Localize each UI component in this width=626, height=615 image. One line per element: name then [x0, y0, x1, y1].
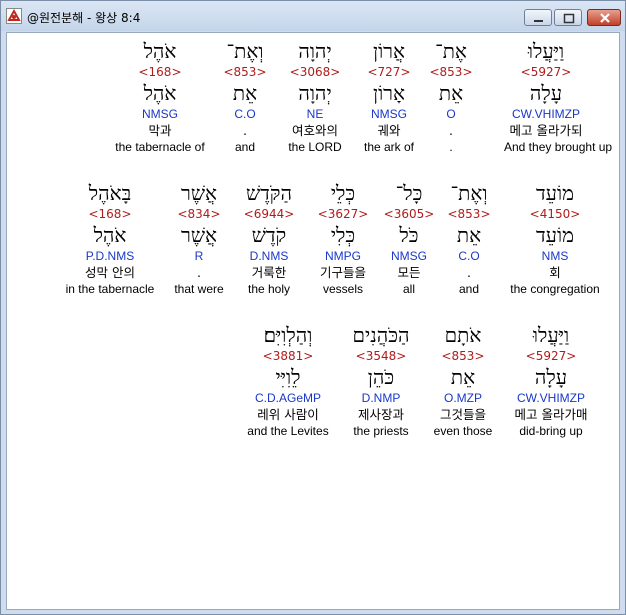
word-cell[interactable]: כְּלֵי <3627> כְּלִי NMPG 기구들을 vessels [301, 180, 385, 297]
close-button[interactable] [587, 9, 621, 26]
morphology: NMSG [371, 107, 407, 121]
lemma: עָלָה [534, 365, 568, 389]
morphology: NMSG [142, 107, 178, 121]
korean-gloss: 기구들을 [319, 265, 366, 280]
app-window: @원전분해 - 왕상 8:4 וַיַּעֲלוּ <5927> עָלָה C… [0, 0, 626, 615]
korean-gloss: 메고 올라가되 [509, 123, 583, 138]
word-cell[interactable]: אֹתָם <853> אֵת O.MZP 그것들을 even those [421, 322, 505, 439]
korean-gloss: 그것들을 [439, 407, 486, 422]
english-gloss: the priests [353, 424, 409, 438]
lemma: עָלָה [529, 81, 563, 105]
hebrew-word: אֲשֶׁר [181, 181, 217, 205]
title-bar[interactable]: @원전분해 - 왕상 8:4 [1, 1, 625, 31]
english-gloss: in the tabernacle [65, 282, 155, 296]
minimize-button[interactable] [524, 9, 552, 26]
word-cell[interactable]: מוֹעֵד <4150> מוֹעֵד NMS 회 the congregat… [507, 180, 603, 297]
maximize-button[interactable] [554, 9, 582, 26]
word-cell[interactable]: וַיַּעֲלוּ <5927> עָלָה CW.VHIMZP 메고 올라가… [509, 322, 593, 439]
korean-gloss: 회 [549, 265, 561, 280]
strong-number[interactable]: <727> [347, 64, 431, 80]
maximize-icon [563, 13, 575, 24]
lemma: אֲשֶׁר [181, 223, 217, 247]
lemma: אֵת [450, 365, 476, 389]
hebrew-word: אֹתָם [444, 323, 482, 347]
hebrew-word: כְּלֵי [330, 181, 356, 205]
lemma: כֹּהֵן [367, 365, 395, 389]
hebrew-word: וְהַלְוִיִּם׃ [263, 323, 313, 347]
english-gloss: the congregation [510, 282, 600, 296]
lemma: מוֹעֵד [536, 223, 574, 247]
lemma: כְּלִי [330, 223, 356, 247]
morphology: CW.VHIMZP [512, 107, 580, 121]
hebrew-word: וַיַּעֲלוּ [527, 39, 565, 63]
english-gloss: that were [174, 282, 224, 296]
strong-number[interactable]: <834> [157, 206, 241, 222]
word-cell[interactable]: בָּאֹהֶל <168> אֹהֶל P.D.NMS 성막 안의 in th… [55, 180, 165, 297]
strong-number[interactable]: <5927> [504, 64, 588, 80]
hebrew-word: אֲרוֹן [372, 39, 406, 63]
morphology: D.NMP [361, 391, 401, 405]
hebrew-word: הַכֹּהֲנִים [352, 323, 410, 347]
english-gloss: even those [433, 424, 493, 438]
app-icon [6, 8, 22, 24]
window-title: @원전분해 - 왕상 8:4 [27, 11, 141, 25]
korean-gloss: 제사장과 [357, 407, 404, 422]
hebrew-word: וַיַּעֲלוּ [532, 323, 570, 347]
korean-gloss: . [197, 265, 201, 280]
hebrew-word: מוֹעֵד [536, 181, 574, 205]
english-gloss: the tabernacle of [115, 140, 205, 154]
word-cell[interactable]: וַיַּעֲלוּ <5927> עָלָה CW.VHIMZP 메고 올라가… [504, 38, 613, 155]
strong-number[interactable]: <3548> [339, 348, 423, 364]
strong-number[interactable]: <168> [103, 64, 217, 80]
morphology: P.D.NMS [85, 249, 135, 263]
korean-gloss: 막과 [148, 123, 172, 138]
strong-number[interactable]: <853> [421, 348, 505, 364]
english-gloss: the ark of [363, 140, 415, 154]
lemma: אֹהֶל [143, 81, 177, 105]
hebrew-word: בָּאֹהֶל [88, 181, 132, 205]
morphology: CW.VHIMZP [517, 391, 585, 405]
english-gloss: did-bring up [519, 424, 583, 438]
close-icon [600, 13, 610, 23]
strong-number[interactable]: <4150> [507, 206, 603, 222]
strong-number[interactable]: <3627> [301, 206, 385, 222]
word-cell[interactable]: אֲשֶׁר <834> אֲשֶׁר R . that were [157, 180, 241, 297]
word-cell[interactable]: אֹהֶל <168> אֹהֶל NMSG 막과 the tabernacle… [103, 38, 217, 155]
morphology: O.MZP [444, 391, 482, 405]
korean-gloss: 성막 안의 [85, 265, 135, 280]
korean-gloss: 메고 올라가매 [514, 407, 588, 422]
word-cell[interactable]: וְהַלְוִיִּם׃ <3881> לֵוִיִּי C.D.AGeMP … [239, 322, 337, 439]
word-cell[interactable]: אֲרוֹן <727> אָרוֹן NMSG 궤와 the ark of [347, 38, 431, 155]
minimize-icon [534, 20, 543, 22]
morphology: NMPG [325, 249, 361, 263]
morphology: C.D.AGeMP [254, 391, 321, 405]
strong-number[interactable]: <168> [55, 206, 165, 222]
lemma: אָרוֹן [372, 81, 406, 105]
lemma: אֹהֶל [93, 223, 127, 247]
lemma: לֵוִיִּי [275, 365, 301, 389]
english-gloss: And they brought up [504, 140, 613, 154]
strong-number[interactable]: <5927> [509, 348, 593, 364]
strong-number[interactable]: <3881> [239, 348, 337, 364]
korean-gloss: 레위 사람이 [257, 407, 319, 422]
interlinear-pane[interactable]: וַיַּעֲלוּ <5927> עָלָה CW.VHIMZP 메고 올라가… [6, 32, 620, 610]
english-gloss: and the Levites [247, 424, 329, 438]
english-gloss: vessels [322, 282, 363, 296]
morphology: R [194, 249, 204, 263]
korean-gloss: 궤와 [377, 123, 401, 138]
morphology: NMS [541, 249, 569, 263]
word-cell[interactable]: הַכֹּהֲנִים <3548> כֹּהֵן D.NMP 제사장과 the… [339, 322, 423, 439]
hebrew-word: אֹהֶל [143, 39, 177, 63]
